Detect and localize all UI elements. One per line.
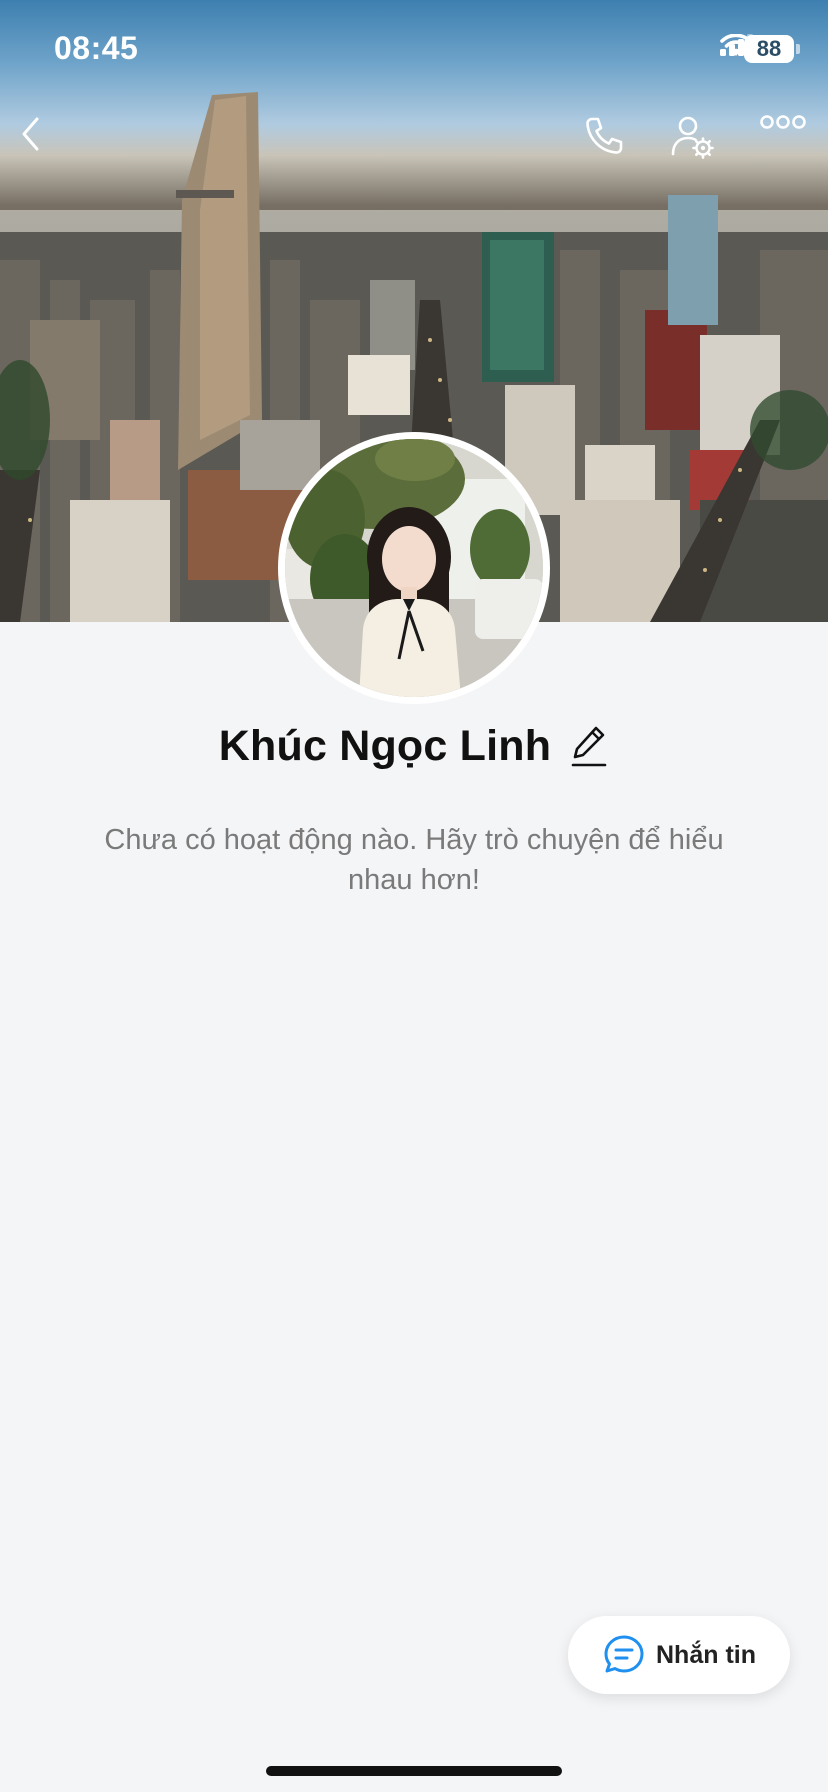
chat-bubble-icon (604, 1635, 644, 1673)
profile-settings-button[interactable] (670, 114, 722, 166)
avatar-photo (285, 439, 543, 697)
status-icons: 88 (720, 34, 800, 64)
back-icon (22, 117, 39, 151)
user-settings-icon (671, 116, 714, 159)
battery-icon: 88 (744, 35, 800, 63)
home-indicator[interactable] (266, 1766, 562, 1776)
pencil-icon (571, 726, 607, 767)
profile-name-row: Khúc Ngọc Linh (0, 718, 828, 774)
status-time: 08:45 (54, 30, 139, 66)
message-button-label: Nhắn tin (656, 1640, 756, 1669)
more-options-button[interactable] (760, 114, 812, 166)
profile-name: Khúc Ngọc Linh (218, 721, 552, 770)
call-button[interactable] (582, 114, 634, 166)
avatar[interactable] (278, 432, 550, 704)
message-button[interactable]: Nhắn tin (568, 1616, 790, 1694)
profile-screen: 08:45 88 Khúc Ngọc Linh Chưa có hoạt độn… (0, 0, 828, 1792)
back-button[interactable] (16, 114, 68, 166)
edit-name-button[interactable] (569, 723, 609, 769)
empty-activity-text: Chưa có hoạt động nào. Hãy trò chuyện để… (104, 824, 724, 896)
more-icon (760, 115, 806, 129)
phone-icon (586, 117, 623, 154)
